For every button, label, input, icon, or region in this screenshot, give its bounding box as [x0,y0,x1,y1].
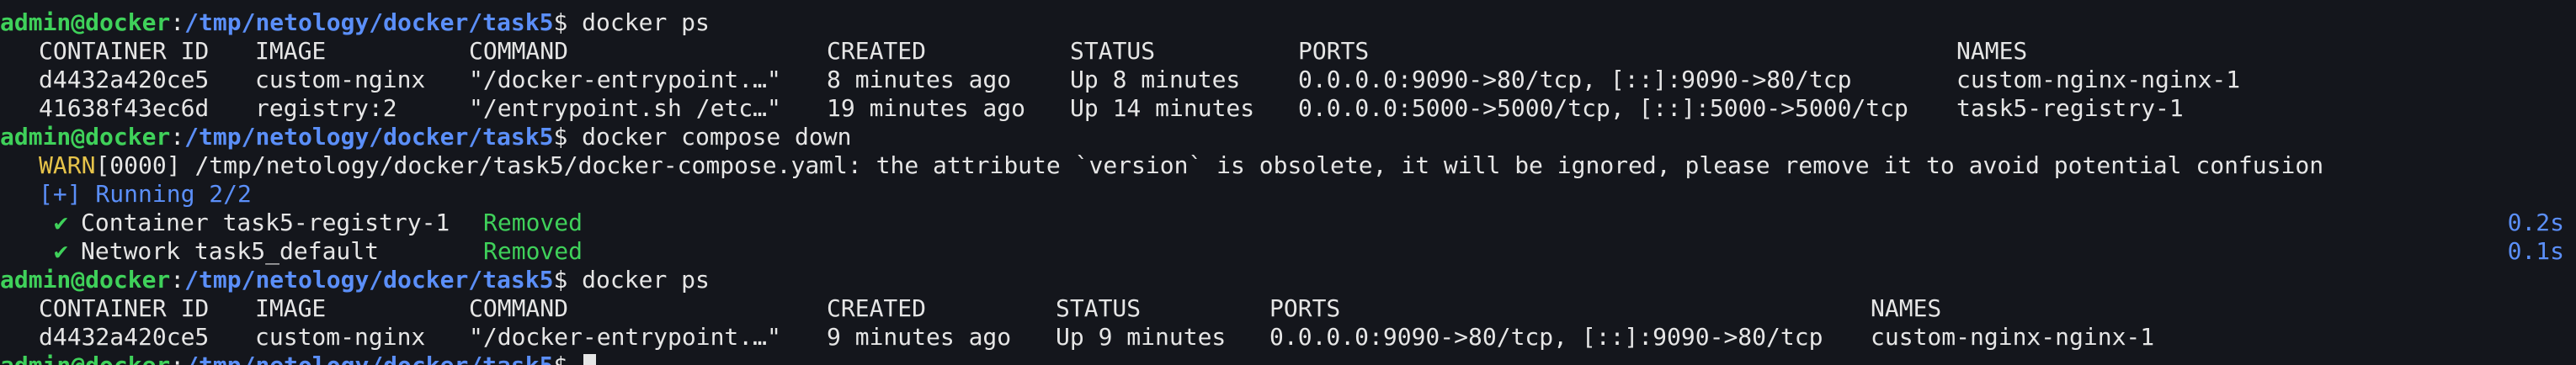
header-ports: PORTS [1298,37,1370,65]
prompt: admin@docker:/tmp/netology/docker/task5$… [0,266,710,294]
cell-command: "/entrypoint.sh /etc…" [469,94,781,122]
cell-container-id: d4432a420ce5 [39,323,210,351]
header-command: COMMAND [469,37,569,65]
warning-message: WARN[0000] /tmp/netology/docker/task5/do… [39,151,2323,180]
cell-image: registry:2 [255,94,397,122]
header-ports: PORTS [1269,294,1341,322]
text-cursor[interactable] [583,354,597,365]
prompt-path: /tmp/netology/docker/task5 [184,123,554,151]
prompt-symbol: $ [553,266,583,294]
header-created: CREATED [827,294,927,322]
cell-created: 19 minutes ago [827,94,1026,122]
header-image: IMAGE [255,37,327,65]
table-row: d4432a420ce5 custom-nginx "/docker-entry… [0,323,2576,352]
cell-status: Up 9 minutes [1056,323,1227,351]
prompt-symbol: $ [553,8,583,36]
prompt-path: /tmp/netology/docker/task5 [184,266,554,294]
prompt-line: admin@docker:/tmp/netology/docker/task5$… [0,8,2576,37]
removal-label: Network task5_default [81,237,380,265]
removal-line: ✔ Container task5-registry-1 Removed 0.2… [0,209,2576,237]
prompt-separator: : [170,123,185,151]
cell-ports: 0.0.0.0:5000->5000/tcp, [::]:5000->5000/… [1298,94,1908,122]
prompt-path: /tmp/netology/docker/task5 [184,352,553,365]
prompt: admin@docker:/tmp/netology/docker/task5$… [0,8,710,37]
warn-tag: WARN [39,151,96,179]
prompt-user-host: admin@docker [0,8,171,36]
prompt-separator: : [170,352,184,365]
command-text: docker compose down [582,123,852,151]
header-container-id: CONTAINER ID [39,294,210,322]
header-created: CREATED [827,37,927,65]
header-container-id: CONTAINER ID [39,37,210,65]
cell-created: 9 minutes ago [827,323,1012,351]
prompt: admin@docker:/tmp/netology/docker/task5$ [0,352,597,365]
removal-time: 0.2s [2507,209,2564,236]
prompt-line: admin@docker:/tmp/netology/docker/task5$… [0,266,2576,294]
cell-command: "/docker-entrypoint.…" [469,323,781,351]
removal-status: Removed [483,209,583,236]
table-header: CONTAINER ID IMAGE COMMAND CREATED STATU… [0,37,2576,66]
cell-names: custom-nginx-nginx-1 [1871,323,2155,351]
removal-time: 0.1s [2507,237,2564,265]
cell-image: custom-nginx [255,66,426,93]
cell-status: Up 14 minutes [1070,94,1255,122]
table-header: CONTAINER ID IMAGE COMMAND CREATED STATU… [0,294,2576,323]
cell-names: task5-registry-1 [1956,94,2184,122]
removal-status: Removed [483,237,583,265]
removal-line: ✔ Network task5_default Removed 0.1s [0,237,2576,266]
prompt-separator: : [170,8,185,36]
header-command: COMMAND [469,294,569,322]
prompt-separator: : [170,266,185,294]
header-status: STATUS [1070,37,1156,65]
header-names: NAMES [1871,294,1942,322]
cell-container-id: 41638f43ec6d [39,94,210,122]
running-status: [+] Running 2/2 [39,180,252,208]
cell-created: 8 minutes ago [827,66,1012,93]
check-icon: ✔ [54,237,68,265]
warning-line: WARN[0000] /tmp/netology/docker/task5/do… [0,151,2576,180]
warn-code: [0000] [95,151,181,179]
header-names: NAMES [1956,37,2028,65]
prompt: admin@docker:/tmp/netology/docker/task5$… [0,123,851,151]
cell-command: "/docker-entrypoint.…" [469,66,781,93]
header-status: STATUS [1056,294,1142,322]
table-row: 41638f43ec6d registry:2 "/entrypoint.sh … [0,94,2576,123]
cell-status: Up 8 minutes [1070,66,1241,93]
removal-label: Container task5-registry-1 [81,209,450,236]
prompt-symbol: $ [553,352,582,365]
prompt-symbol: $ [553,123,583,151]
prompt-user-host: admin@docker [0,352,170,365]
prompt-path: /tmp/netology/docker/task5 [184,8,554,36]
cell-ports: 0.0.0.0:9090->80/tcp, [::]:9090->80/tcp [1298,66,1852,93]
command-text: docker ps [582,266,710,294]
cell-names: custom-nginx-nginx-1 [1956,66,2241,93]
check-icon: ✔ [54,209,68,236]
command-text: docker ps [582,8,710,36]
cell-image: custom-nginx [255,323,426,351]
cell-container-id: d4432a420ce5 [39,66,210,93]
table-row: d4432a420ce5 custom-nginx "/docker-entry… [0,66,2576,94]
header-image: IMAGE [255,294,327,322]
running-line: [+] Running 2/2 [0,180,2576,209]
active-prompt-line[interactable]: admin@docker:/tmp/netology/docker/task5$ [0,352,2576,365]
terminal-window[interactable]: admin@docker:/tmp/netology/docker/task5$… [0,0,2576,365]
warn-text: /tmp/netology/docker/task5/docker-compos… [180,151,2324,179]
prompt-user-host: admin@docker [0,266,171,294]
prompt-user-host: admin@docker [0,123,171,151]
cell-ports: 0.0.0.0:9090->80/tcp, [::]:9090->80/tcp [1269,323,1823,351]
prompt-line: admin@docker:/tmp/netology/docker/task5$… [0,123,2576,151]
